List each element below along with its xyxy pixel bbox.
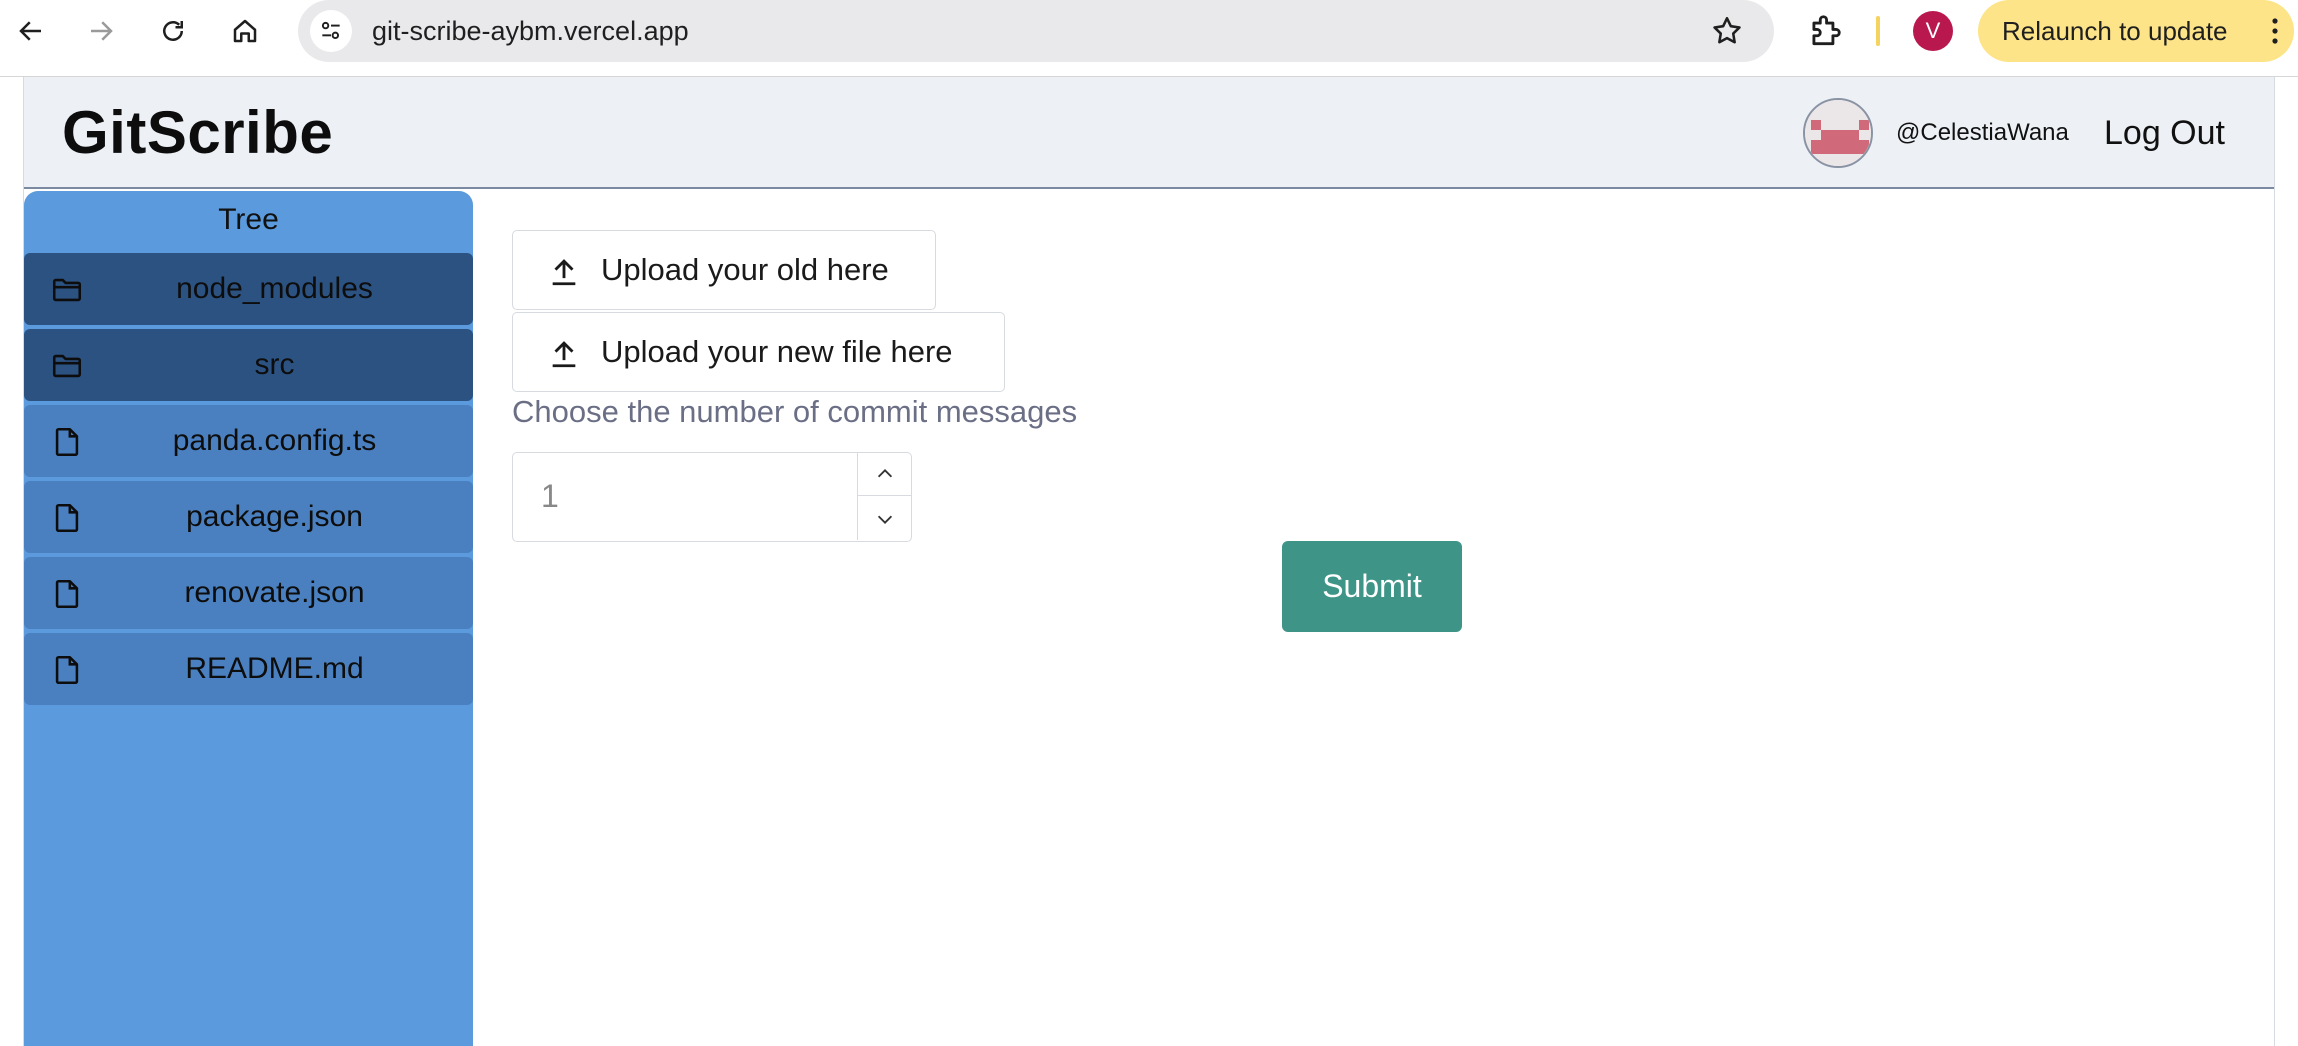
app-root: GitScribe @CelestiaWana Log Out Tree nod… bbox=[23, 77, 2275, 1046]
commit-count-label: Choose the number of commit messages bbox=[512, 394, 1078, 429]
extensions-puzzle-icon[interactable] bbox=[1806, 12, 1844, 50]
site-info-button[interactable] bbox=[310, 10, 352, 52]
tree-title: Tree bbox=[218, 203, 279, 236]
forward-button[interactable] bbox=[80, 10, 122, 52]
chevron-up-icon bbox=[877, 469, 892, 478]
home-button[interactable] bbox=[224, 10, 266, 52]
profile-avatar[interactable]: V bbox=[1913, 11, 1953, 51]
tree-item-readme[interactable]: README.md bbox=[24, 633, 473, 705]
username: @CelestiaWana bbox=[1896, 119, 2069, 146]
url-text[interactable]: git-scribe-aybm.vercel.app bbox=[372, 0, 689, 62]
address-bar[interactable]: git-scribe-aybm.vercel.app bbox=[298, 0, 1774, 62]
reload-icon bbox=[163, 21, 183, 41]
chevron-down-icon bbox=[877, 515, 892, 524]
more-vert-icon[interactable] bbox=[2270, 16, 2280, 46]
tree-item-label: package.json bbox=[186, 500, 363, 533]
tree-item-node-modules[interactable]: node_modules bbox=[24, 253, 473, 325]
toolbar-separator bbox=[1876, 16, 1880, 46]
tree-item-renovate-json[interactable]: renovate.json bbox=[24, 557, 473, 629]
upload-new-label: Upload your new file here bbox=[601, 334, 953, 369]
commit-count-stepper bbox=[512, 452, 912, 542]
upload-icon bbox=[552, 341, 576, 368]
submit-button[interactable]: Submit bbox=[1282, 541, 1462, 632]
commit-count-input[interactable] bbox=[513, 453, 857, 540]
arrow-right-icon bbox=[91, 21, 113, 41]
relaunch-button[interactable]: Relaunch to update bbox=[1978, 0, 2294, 62]
relaunch-label: Relaunch to update bbox=[2002, 16, 2228, 46]
home-icon bbox=[233, 19, 257, 43]
tree-item-src[interactable]: src bbox=[24, 329, 473, 401]
upload-old-label: Upload your old here bbox=[601, 252, 889, 287]
upload-new-button[interactable]: Upload your new file here bbox=[512, 312, 1005, 392]
tree-item-label: node_modules bbox=[176, 272, 373, 305]
stepper-controls bbox=[857, 453, 911, 540]
pixel-avatar-icon bbox=[1805, 100, 1871, 166]
arrow-left-icon bbox=[19, 21, 41, 41]
tree-item-label: README.md bbox=[185, 652, 364, 685]
tree-item-label: src bbox=[254, 348, 295, 381]
bookmark-star-icon[interactable] bbox=[1710, 14, 1744, 48]
tree-item-label: panda.config.ts bbox=[172, 424, 377, 457]
app-header: GitScribe @CelestiaWana Log Out bbox=[24, 77, 2274, 189]
increment-button[interactable] bbox=[858, 453, 911, 496]
tune-icon bbox=[321, 21, 340, 40]
tree-item-label: renovate.json bbox=[184, 576, 365, 609]
browser-toolbar: git-scribe-aybm.vercel.app V Relaunch to… bbox=[0, 0, 2298, 77]
upload-old-button[interactable]: Upload your old here bbox=[512, 230, 936, 310]
reload-button[interactable] bbox=[152, 10, 194, 52]
upload-icon bbox=[552, 259, 576, 286]
logout-button[interactable]: Log Out bbox=[2104, 77, 2225, 189]
tree-item-package-json[interactable]: package.json bbox=[24, 481, 473, 553]
back-button[interactable] bbox=[10, 10, 52, 52]
file-tree-sidebar: Tree node_modules src panda.config.ts pa… bbox=[24, 191, 473, 1046]
tree-item-panda-config[interactable]: panda.config.ts bbox=[24, 405, 473, 477]
user-avatar bbox=[1803, 98, 1873, 168]
brand-title: GitScribe bbox=[62, 99, 334, 166]
decrement-button[interactable] bbox=[858, 497, 911, 540]
